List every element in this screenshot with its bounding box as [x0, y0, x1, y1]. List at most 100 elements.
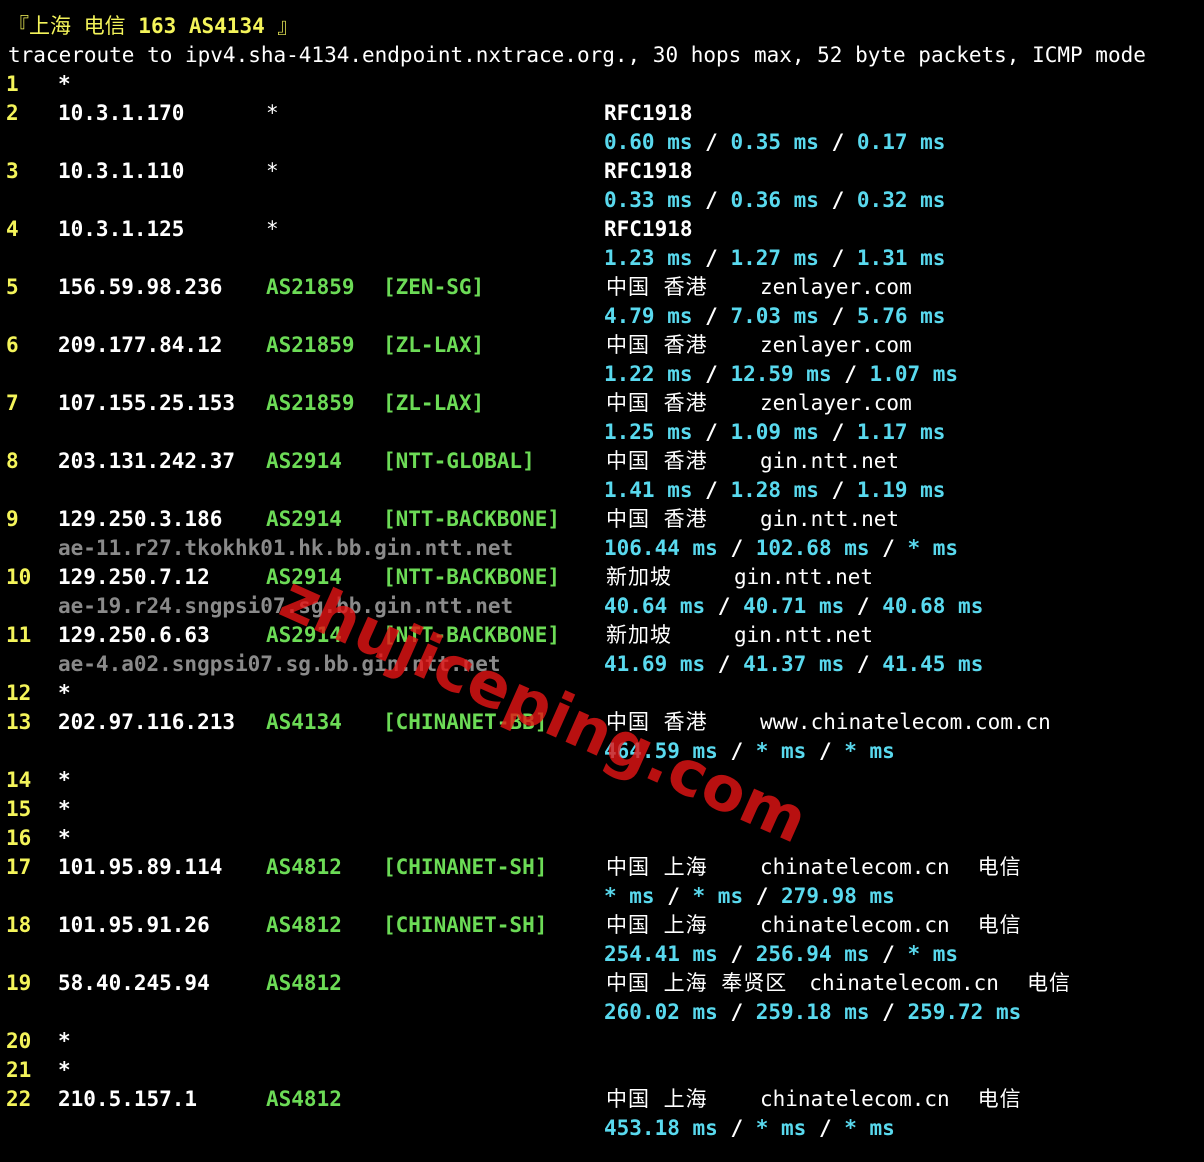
hop-domain: www.chinatelecom.com.cn — [760, 710, 1051, 734]
rtt-values: 41.69 ms / 41.37 ms / 41.45 ms — [604, 650, 983, 679]
rtt-value: 254.41 ms — [604, 942, 718, 966]
hop-domain: gin.ntt.net — [734, 623, 874, 647]
rtt-separator: / — [818, 130, 857, 154]
isp: 电信 — [977, 913, 1022, 937]
rtt-value: 256.94 ms — [755, 942, 870, 966]
hop-number: 7 — [6, 391, 19, 415]
rtt-separator: / — [831, 362, 870, 386]
hop-ip: 10.3.1.110 — [58, 159, 185, 183]
hop-ip: 10.3.1.125 — [58, 217, 185, 241]
hop-number: 8 — [6, 449, 19, 473]
asn: AS2914 — [266, 623, 342, 647]
hop-number: 5 — [6, 275, 19, 299]
asn-tag: [ZL-LAX] — [383, 391, 485, 415]
hop-number: 6 — [6, 333, 19, 357]
rtt-separator: / — [692, 478, 731, 502]
asn: AS4812 — [266, 971, 342, 995]
hop-number: 10 — [6, 565, 32, 589]
asn: AS4812 — [266, 913, 342, 937]
rtt-value: 0.60 ms — [604, 130, 693, 154]
rtt-values: 1.25 ms / 1.09 ms / 1.17 ms — [604, 418, 945, 447]
rtt-value: 0.35 ms — [730, 130, 819, 154]
rtt-value: 40.68 ms — [882, 594, 984, 618]
asn-tag: [NTT-BACKBONE] — [383, 565, 561, 589]
hop-number: 18 — [6, 913, 32, 937]
rtt-value: 259.18 ms — [755, 1000, 870, 1024]
asn: AS2914 — [266, 565, 342, 589]
asn-tag: [CHINANET-BB] — [383, 710, 548, 734]
rtt-value: 1.28 ms — [730, 478, 819, 502]
timeout-marker: * — [58, 826, 71, 850]
hop-domain: chinatelecom.cn — [809, 971, 999, 995]
hop-number: 16 — [6, 826, 32, 850]
rtt-value: 4.79 ms — [604, 304, 693, 328]
timeout-marker: * — [58, 1058, 71, 1082]
hop-domain: chinatelecom.cn — [760, 1087, 950, 1111]
hop-number: 13 — [6, 710, 32, 734]
rtt-separator: / — [717, 1116, 756, 1140]
rtt-value: 102.68 ms — [755, 536, 870, 560]
asn-tag: [NTT-BACKBONE] — [383, 623, 561, 647]
rtt-value: 279.98 ms — [781, 884, 895, 908]
rtt-separator: / — [692, 304, 731, 328]
rtt-separator: / — [654, 884, 693, 908]
timeout-marker: * — [58, 797, 71, 821]
asn-tag: [NTT-GLOBAL] — [383, 449, 535, 473]
asn-tag: [ZL-LAX] — [383, 333, 485, 357]
title-line: 『上海 电信 163 AS4134 』 — [0, 12, 298, 41]
asn: AS4134 — [266, 710, 342, 734]
rtt-separator: / — [818, 478, 857, 502]
geo-location: RFC1918 — [604, 101, 693, 125]
asn: AS4812 — [266, 855, 342, 879]
geo-location: 中国 上海 奉贤区 — [606, 971, 788, 995]
rtt-values: 40.64 ms / 40.71 ms / 40.68 ms — [604, 592, 983, 621]
rtt-value: 1.41 ms — [604, 478, 693, 502]
asn: AS21859 — [266, 391, 355, 415]
hop-domain: chinatelecom.cn — [760, 855, 950, 879]
hop-number: 11 — [6, 623, 32, 647]
hop-ip: 209.177.84.12 — [58, 333, 223, 357]
hop-number: 1 — [6, 72, 19, 96]
rtt-values: 453.18 ms / * ms / * ms — [604, 1114, 895, 1143]
rtt-value: 1.27 ms — [730, 246, 819, 270]
rtt-separator: / — [844, 594, 883, 618]
geo-location: 中国 上海 — [606, 855, 708, 879]
asn-unknown: * — [266, 159, 279, 183]
hop-number: 2 — [6, 101, 19, 125]
reverse-hostname: ae-19.r24.sngpsi07.sg.bb.gin.ntt.net — [58, 594, 514, 618]
rtt-separator: / — [692, 362, 731, 386]
rtt-values: 254.41 ms / 256.94 ms / * ms — [604, 940, 958, 969]
hop-ip: 101.95.91.26 — [58, 913, 210, 937]
geo-location: 中国 香港 — [606, 507, 708, 531]
rtt-separator: / — [806, 1116, 845, 1140]
asn-tag: [CHINANET-SH] — [383, 913, 548, 937]
rtt-separator: / — [818, 304, 857, 328]
geo-location: 中国 香港 — [606, 710, 708, 734]
rtt-value: 1.31 ms — [856, 246, 946, 270]
hop-number: 14 — [6, 768, 32, 792]
rtt-separator: / — [818, 420, 857, 444]
rtt-separator: / — [705, 594, 744, 618]
hop-number: 21 — [6, 1058, 32, 1082]
rtt-separator: / — [844, 652, 883, 676]
rtt-value: * ms — [907, 536, 959, 560]
rtt-separator: / — [869, 1000, 908, 1024]
rtt-separator: / — [692, 188, 731, 212]
rtt-value: 0.17 ms — [856, 130, 946, 154]
asn-tag: [ZEN-SG] — [383, 275, 485, 299]
rtt-values: * ms / * ms / 279.98 ms — [604, 882, 895, 911]
isp: 电信 — [1026, 971, 1071, 995]
rtt-separator: / — [743, 884, 782, 908]
rtt-value: 7.03 ms — [730, 304, 819, 328]
rtt-separator: / — [705, 652, 744, 676]
timeout-marker: * — [58, 768, 71, 792]
hop-ip: 107.155.25.153 — [58, 391, 236, 415]
hop-number: 15 — [6, 797, 32, 821]
asn: AS21859 — [266, 333, 355, 357]
hop-ip: 129.250.3.186 — [58, 507, 223, 531]
geo-location: 新加坡 — [606, 623, 672, 647]
geo-location: RFC1918 — [604, 217, 693, 241]
terminal-output: 『上海 电信 163 AS4134 』 traceroute to ipv4.s… — [0, 0, 1204, 1162]
timeout-marker: * — [58, 681, 71, 705]
rtt-value: 453.18 ms — [604, 1116, 718, 1140]
